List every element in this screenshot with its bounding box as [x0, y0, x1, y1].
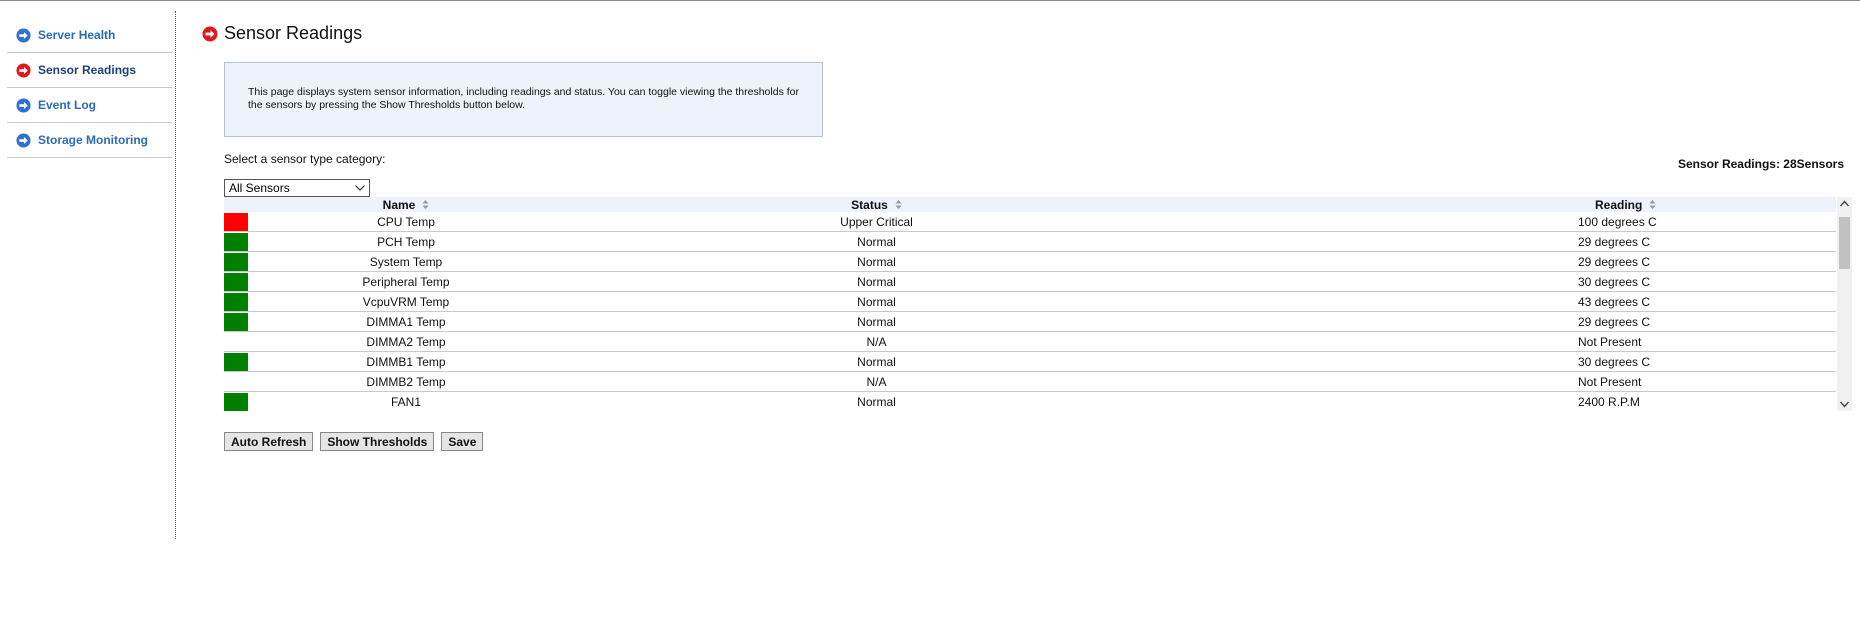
status-indicator	[224, 232, 248, 251]
arrow-circle-right-icon	[16, 97, 31, 113]
sensor-reading: 29 degrees C	[1578, 254, 1651, 269]
page-header: Sensor Readings	[202, 23, 362, 44]
arrow-circle-right-icon	[16, 27, 31, 43]
sensor-name: VcpuVRM Temp	[362, 294, 450, 309]
indicator-column-header	[224, 197, 249, 212]
table-row[interactable]: DIMMB1 Temp Normal 30 degrees C	[224, 352, 1836, 372]
arrow-circle-right-icon	[16, 62, 31, 78]
sensor-reading: 30 degrees C	[1578, 274, 1651, 289]
sensor-name: PCH Temp	[377, 234, 435, 249]
sort-icon	[895, 200, 902, 209]
table-row[interactable]: Peripheral Temp Normal 30 degrees C	[224, 272, 1836, 292]
name-column-header[interactable]: Name	[249, 197, 563, 212]
sensor-status: Normal	[857, 254, 896, 269]
sidebar-item-storage-monitoring[interactable]: Storage Monitoring	[7, 123, 172, 158]
arrow-circle-right-icon	[202, 26, 218, 41]
page-description: This page displays system sensor informa…	[248, 86, 799, 111]
sensor-status: Normal	[857, 274, 896, 289]
sensor-reading: Not Present	[1578, 374, 1642, 389]
sensor-status: Normal	[857, 395, 896, 409]
status-indicator	[224, 252, 248, 271]
table-row[interactable]: System Temp Normal 29 degrees C	[224, 252, 1836, 272]
column-header-label: Status	[851, 197, 888, 212]
sensor-status: Normal	[857, 354, 896, 369]
sensor-name: FAN1	[390, 395, 421, 409]
status-indicator	[224, 333, 248, 351]
sensor-name: CPU Temp	[377, 214, 435, 229]
sensor-reading: 100 degrees C	[1578, 214, 1657, 229]
table-row[interactable]: DIMMA1 Temp Normal 29 degrees C	[224, 312, 1836, 332]
status-indicator	[224, 272, 248, 291]
scroll-down-arrow-icon[interactable]	[1840, 401, 1849, 408]
sort-icon	[1649, 200, 1656, 209]
sensor-status: Normal	[857, 294, 896, 309]
table-row[interactable]: VcpuVRM Temp Normal 43 degrees C	[224, 292, 1836, 312]
auto-refresh-button[interactable]: Auto Refresh	[224, 432, 314, 451]
sensor-name: DIMMA1 Temp	[366, 314, 446, 329]
sensor-reading: 29 degrees C	[1578, 314, 1651, 329]
sidebar-item-label: Storage Monitoring	[38, 133, 148, 147]
show-thresholds-button[interactable]: Show Thresholds	[320, 432, 435, 451]
sensor-name: System Temp	[369, 254, 443, 269]
status-indicator	[224, 312, 248, 331]
status-indicator	[224, 212, 248, 231]
arrow-circle-right-icon	[16, 132, 31, 148]
table-body: CPU Temp Upper Critical 100 degrees C PC…	[224, 212, 1836, 412]
sensor-reading: 43 degrees C	[1578, 294, 1651, 309]
sidebar-item-server-health[interactable]: Server Health	[7, 18, 172, 53]
sidebar-item-label: Server Health	[38, 28, 116, 42]
sensor-name: Peripheral Temp	[362, 274, 450, 289]
table-row[interactable]: DIMMB2 Temp N/A Not Present	[224, 372, 1836, 392]
sensor-reading: 30 degrees C	[1578, 354, 1651, 369]
status-indicator	[224, 352, 248, 371]
sensor-name: DIMMB2 Temp	[366, 374, 446, 389]
reading-column-header[interactable]: Reading	[1190, 197, 1836, 212]
sidebar-item-sensor-readings[interactable]: Sensor Readings	[7, 53, 172, 88]
category-select-label: Select a sensor type category:	[224, 152, 386, 166]
chevron-down-icon	[355, 185, 365, 191]
status-indicator	[224, 393, 248, 411]
page-title: Sensor Readings	[224, 23, 363, 43]
status-indicator	[224, 373, 248, 391]
table-row[interactable]: PCH Temp Normal 29 degrees C	[224, 232, 1836, 252]
scroll-up-arrow-icon[interactable]	[1840, 200, 1849, 207]
sensor-count: Sensor Readings: 28Sensors	[1677, 157, 1844, 171]
table-row[interactable]: FAN1 Normal 2400 R.P.M	[224, 392, 1836, 412]
sensor-name: DIMMA2 Temp	[366, 334, 446, 349]
sensor-status: Normal	[857, 234, 896, 249]
sidebar-item-event-log[interactable]: Event Log	[7, 88, 172, 123]
table-scrollbar[interactable]	[1837, 197, 1852, 411]
sensor-status: Normal	[857, 314, 896, 329]
column-header-label: Name	[382, 197, 416, 212]
save-button[interactable]: Save	[441, 432, 484, 451]
sort-icon	[422, 200, 429, 209]
sensor-reading: 29 degrees C	[1578, 234, 1651, 249]
info-box: This page displays system sensor informa…	[224, 62, 823, 137]
sensor-table: Name Status Reading CPU Temp Upper Criti…	[224, 197, 1852, 414]
table-row[interactable]: DIMMA2 Temp N/A Not Present	[224, 332, 1836, 352]
status-indicator	[224, 292, 248, 311]
sensor-status: Upper Critical	[840, 214, 913, 229]
table-row[interactable]: CPU Temp Upper Critical 100 degrees C	[224, 212, 1836, 232]
sensor-reading: 2400 R.P.M	[1578, 395, 1640, 409]
sensor-status: N/A	[866, 334, 887, 349]
table-header: Name Status Reading	[224, 197, 1836, 212]
sensor-status: N/A	[866, 374, 887, 389]
sidebar: Server Health Sensor Readings Event Log …	[7, 18, 172, 158]
sidebar-divider	[175, 11, 176, 539]
category-select-value: All Sensors	[229, 181, 290, 195]
sensor-name: DIMMB1 Temp	[366, 354, 446, 369]
sensor-reading: Not Present	[1578, 334, 1642, 349]
sidebar-item-label: Event Log	[38, 98, 97, 112]
scrollbar-thumb[interactable]	[1839, 217, 1850, 269]
column-header-label: Reading	[1595, 197, 1643, 212]
category-select[interactable]: All Sensors	[224, 179, 370, 197]
status-column-header[interactable]: Status	[563, 197, 1190, 212]
action-buttons: Auto Refresh Show Thresholds Save	[224, 432, 484, 451]
sidebar-item-label: Sensor Readings	[38, 63, 137, 77]
